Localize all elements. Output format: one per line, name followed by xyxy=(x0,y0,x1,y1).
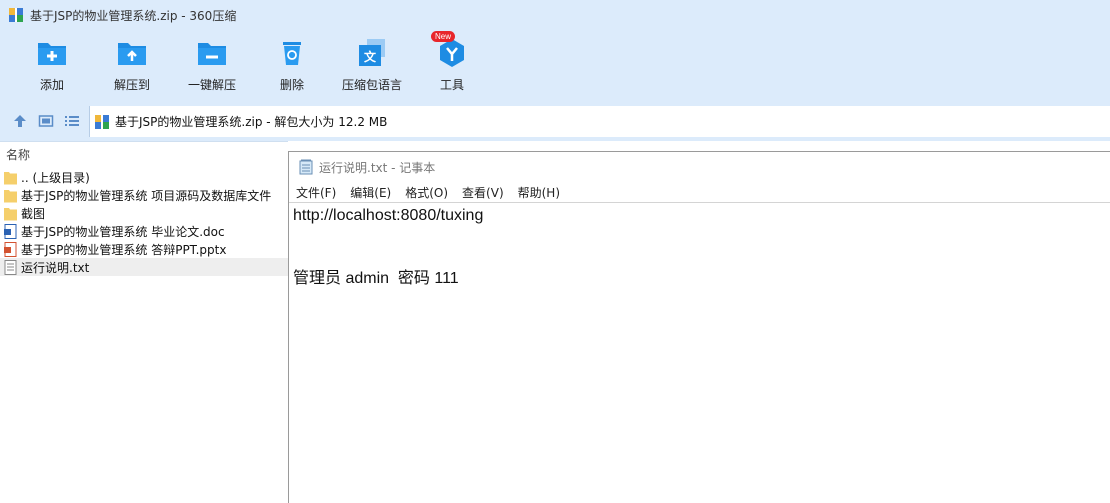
thumbnail-view-icon[interactable] xyxy=(38,113,54,129)
address-field[interactable]: 基于JSP的物业管理系统.zip - 解包大小为 12.2 MB xyxy=(89,106,1110,137)
list-view-icon[interactable] xyxy=(64,113,80,129)
notepad-window: 运行说明.txt - 记事本 文件(F) 编辑(E) 格式(O) 查看(V) 帮… xyxy=(288,151,1110,503)
list-item[interactable]: 运行说明.txt xyxy=(0,258,288,276)
menu-view[interactable]: 查看(V) xyxy=(462,184,504,201)
list-item[interactable]: 基于JSP的物业管理系统 项目源码及数据库文件 xyxy=(0,186,288,204)
window-title: 基于JSP的物业管理系统.zip - 360压缩 xyxy=(30,8,237,23)
text-line: 管理员 admin 密码 111 xyxy=(293,270,459,287)
notepad-icon xyxy=(299,159,313,175)
one-click-extract-icon xyxy=(198,43,226,65)
tools-button[interactable]: New 工具 xyxy=(412,31,492,96)
menu-file[interactable]: 文件(F) xyxy=(296,184,336,201)
add-folder-icon xyxy=(38,43,66,65)
archive-path: 基于JSP的物业管理系统.zip - 解包大小为 12.2 MB xyxy=(115,115,388,129)
menu-format[interactable]: 格式(O) xyxy=(405,184,448,201)
text-line xyxy=(293,247,1106,268)
text-line: http://localhost:8080/tuxing xyxy=(293,207,484,224)
folder-icon xyxy=(4,189,17,202)
folder-icon xyxy=(4,207,17,220)
word-doc-icon xyxy=(4,223,17,239)
list-item[interactable]: 基于JSP的物业管理系统 答辩PPT.pptx xyxy=(0,240,288,258)
delete-icon xyxy=(283,42,301,65)
add-button[interactable]: 添加 xyxy=(12,36,92,96)
notepad-title: 运行说明.txt - 记事本 xyxy=(319,160,436,175)
one-click-extract-button[interactable]: 一键解压 xyxy=(172,36,252,96)
toolbar: 添加 解压到 一键解压 删除 文 压缩包语言 New 工具 xyxy=(0,30,1110,102)
text-line xyxy=(293,226,1106,247)
list-item[interactable]: 截图 xyxy=(0,204,288,222)
column-header-name[interactable]: 名称 xyxy=(0,142,288,168)
up-arrow-icon[interactable] xyxy=(12,113,28,129)
menu-help[interactable]: 帮助(H) xyxy=(518,184,560,201)
zip-archive-icon xyxy=(95,114,109,129)
folder-icon xyxy=(4,171,17,184)
menu-edit[interactable]: 编辑(E) xyxy=(350,184,391,201)
title-bar: 基于JSP的物业管理系统.zip - 360压缩 xyxy=(0,0,1110,30)
address-bar-row: 基于JSP的物业管理系统.zip - 解包大小为 12.2 MB xyxy=(0,102,1110,141)
new-badge: New xyxy=(431,31,456,42)
svg-text:文: 文 xyxy=(364,49,377,64)
list-item[interactable]: .. (上级目录) xyxy=(0,168,288,186)
zip-archive-icon xyxy=(9,8,23,22)
text-file-icon xyxy=(4,259,17,275)
list-item[interactable]: 基于JSP的物业管理系统 毕业论文.doc xyxy=(0,222,288,240)
archive-language-icon: 文 xyxy=(359,39,385,66)
extract-to-icon xyxy=(118,43,146,65)
delete-button[interactable]: 删除 xyxy=(252,36,332,96)
archive-language-button[interactable]: 文 压缩包语言 xyxy=(332,36,412,96)
extract-to-button[interactable]: 解压到 xyxy=(92,36,172,96)
notepad-text-area[interactable]: http://localhost:8080/tuxing 管理员 admin 密… xyxy=(289,202,1110,503)
notepad-menu-bar: 文件(F) 编辑(E) 格式(O) 查看(V) 帮助(H) xyxy=(289,182,1110,202)
notepad-title-bar: 运行说明.txt - 记事本 xyxy=(289,152,1110,182)
powerpoint-icon xyxy=(4,241,17,257)
file-list: 名称 .. (上级目录) 基于JSP的物业管理系统 项目源码及数据库文件 截图 … xyxy=(0,141,288,503)
